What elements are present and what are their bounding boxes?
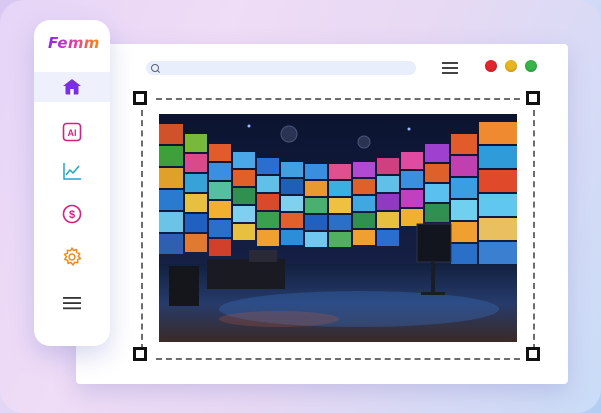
chart-line-icon <box>63 163 81 180</box>
brand-logo: Femme <box>48 34 111 52</box>
home-icon <box>63 79 81 95</box>
sidebar-item-billing[interactable]: $ <box>34 199 110 229</box>
ai-label: AI <box>68 128 77 138</box>
sidebar-item-analytics[interactable] <box>34 156 110 186</box>
crop-handle-bottom-right[interactable] <box>526 347 540 361</box>
media-wall-photo <box>159 114 517 342</box>
window-minimize-button[interactable] <box>505 60 517 72</box>
search-bar[interactable] <box>146 61 416 75</box>
crop-border-top <box>156 98 520 100</box>
ai-icon: AI <box>62 122 82 142</box>
search-icon <box>151 64 159 72</box>
crop-border-right <box>533 110 535 350</box>
crop-border-left <box>141 110 143 350</box>
window-maximize-button[interactable] <box>525 60 537 72</box>
menu-icon[interactable] <box>442 62 458 74</box>
sidebar-item-menu[interactable] <box>34 288 110 318</box>
edited-image <box>159 114 517 342</box>
dollar-icon: $ <box>62 204 82 224</box>
crop-handle-bottom-left[interactable] <box>133 347 147 361</box>
crop-border-bottom <box>156 358 520 360</box>
sidebar-item-ai[interactable]: AI <box>34 117 110 147</box>
sidebar: Femme AI $ <box>34 20 110 346</box>
window-close-button[interactable] <box>485 60 497 72</box>
sidebar-item-home[interactable] <box>34 72 110 102</box>
crop-handle-top-right[interactable] <box>526 91 540 105</box>
sidebar-item-settings[interactable] <box>34 242 110 272</box>
crop-handle-top-left[interactable] <box>133 91 147 105</box>
gear-icon <box>63 247 82 266</box>
dollar-label: $ <box>69 209 75 221</box>
menu-icon <box>63 297 81 310</box>
